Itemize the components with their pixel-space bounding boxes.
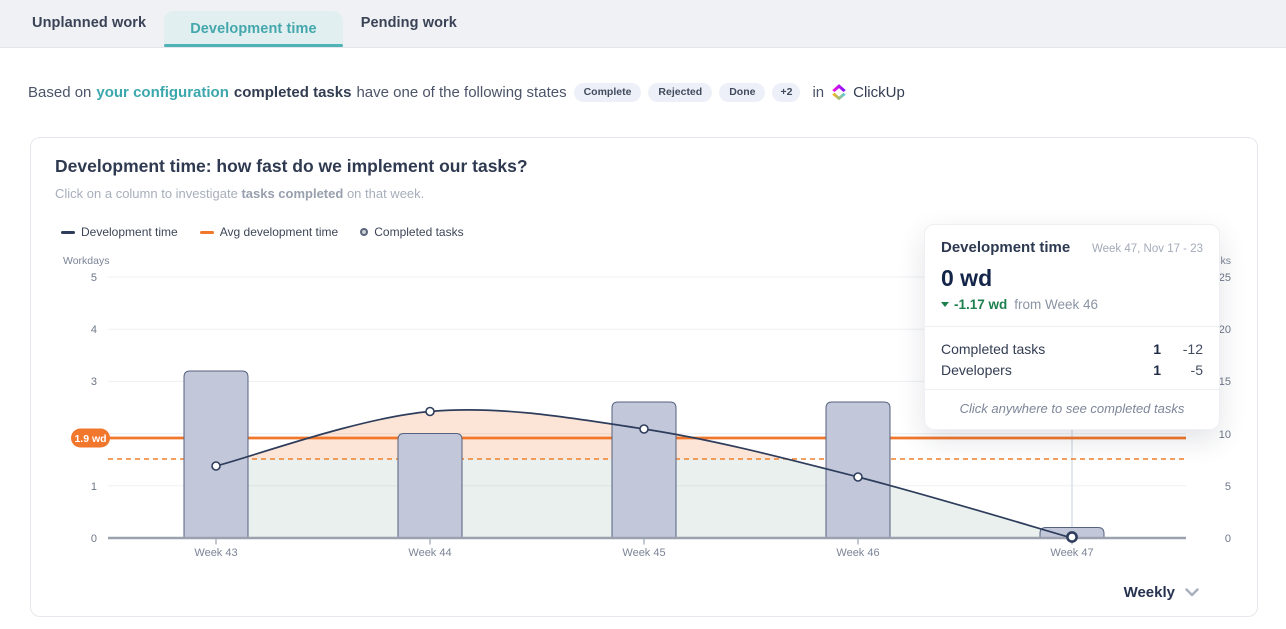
state-badge-rejected: Rejected <box>648 83 712 102</box>
tooltip-row-developers: Developers 1 -5 <box>941 359 1203 380</box>
svg-text:Week 46: Week 46 <box>836 547 879 559</box>
tooltip-row-completed-tasks: Completed tasks 1 -12 <box>941 338 1203 359</box>
legend-label: Completed tasks <box>374 225 463 239</box>
legend-label: Avg development time <box>220 225 339 239</box>
trend-down-icon <box>941 302 949 307</box>
left-axis-label: Workdays <box>63 255 110 267</box>
chart-subtitle: Click on a column to investigate tasks c… <box>55 186 424 201</box>
chart-tooltip: Development time Week 47, Nov 17 - 23 0 … <box>924 224 1220 430</box>
tooltip-value: 0 wd <box>941 265 1203 292</box>
svg-text:1: 1 <box>91 481 97 493</box>
config-description: Based on your configuration completed ta… <box>28 83 1266 102</box>
clickup-logo-icon <box>830 83 848 101</box>
svg-text:0: 0 <box>91 533 97 545</box>
svg-text:Week 44: Week 44 <box>408 547 451 559</box>
description-connector: in <box>812 84 824 101</box>
tooltip-change-suffix: from Week 46 <box>1014 297 1098 312</box>
marker-week-47-active[interactable] <box>1067 532 1076 541</box>
svg-text:3: 3 <box>91 376 97 388</box>
row-delta: -5 <box>1161 362 1203 378</box>
svg-text:2: 2 <box>91 429 97 441</box>
orange-line-icon <box>200 231 214 234</box>
svg-text:0: 0 <box>1225 533 1231 545</box>
description-bold: completed tasks <box>234 84 352 101</box>
svg-text:5: 5 <box>91 272 97 284</box>
bar-week-45[interactable] <box>612 402 676 538</box>
row-value: 1 <box>1125 341 1161 357</box>
svg-text:Week 45: Week 45 <box>622 547 665 559</box>
svg-text:5: 5 <box>1225 481 1231 493</box>
row-label: Developers <box>941 362 1125 378</box>
svg-text:20: 20 <box>1219 324 1231 336</box>
marker-week-43[interactable] <box>212 462 220 470</box>
clickup-app-name: ClickUp <box>853 84 905 101</box>
tab-unplanned-work[interactable]: Unplanned work <box>14 0 164 47</box>
granularity-value: Weekly <box>1124 584 1175 601</box>
state-badge-complete: Complete <box>574 83 642 102</box>
tooltip-footer-hint: Click anywhere to see completed tasks <box>941 390 1203 429</box>
avg-value-badge-label: 1.9 wd <box>74 433 106 445</box>
tooltip-period: Week 47, Nov 17 - 23 <box>1092 243 1203 255</box>
left-axis-ticks: 5 4 3 2 1 0 <box>91 272 97 545</box>
description-rest: have one of the following states <box>356 84 566 101</box>
state-badge-more-count: +2 <box>772 83 800 102</box>
tooltip-title: Development time <box>941 239 1070 256</box>
configuration-link[interactable]: your configuration <box>96 84 229 101</box>
svg-text:25: 25 <box>1219 272 1231 284</box>
marker-week-46[interactable] <box>854 473 862 481</box>
bar-week-44[interactable] <box>398 434 462 539</box>
bar-week-46[interactable] <box>826 402 890 538</box>
tab-bar: Unplanned work Development time Pending … <box>0 0 1286 48</box>
right-axis-ticks: 25 20 15 10 5 0 <box>1219 272 1231 545</box>
svg-text:15: 15 <box>1219 376 1231 388</box>
legend-label: Development time <box>81 225 178 239</box>
row-delta: -12 <box>1161 341 1203 357</box>
legend-avg-development-time[interactable]: Avg development time <box>200 225 339 239</box>
x-axis-ticks <box>216 539 1072 545</box>
tab-development-time[interactable]: Development time <box>164 11 343 47</box>
navy-line-icon <box>61 231 75 234</box>
avg-value-badge <box>71 429 110 448</box>
legend-completed-tasks[interactable]: Completed tasks <box>360 225 463 239</box>
marker-week-45[interactable] <box>640 425 648 433</box>
row-label: Completed tasks <box>941 341 1125 357</box>
chevron-down-icon <box>1185 588 1199 597</box>
bar-week-47[interactable] <box>1040 528 1104 539</box>
chart-subtitle-prefix: Click on a column to investigate <box>55 186 238 201</box>
state-badge-done: Done <box>719 83 765 102</box>
tab-pending-work[interactable]: Pending work <box>343 0 475 47</box>
bar-week-43[interactable] <box>184 371 248 538</box>
circle-marker-icon <box>360 228 368 236</box>
svg-text:Week 43: Week 43 <box>194 547 237 559</box>
legend-development-time[interactable]: Development time <box>61 225 178 239</box>
marker-week-44[interactable] <box>426 408 434 416</box>
chart-title: Development time: how fast do we impleme… <box>55 156 528 177</box>
tooltip-change: -1.17 wd <box>954 297 1007 312</box>
svg-text:10: 10 <box>1219 429 1231 441</box>
svg-text:Week 47: Week 47 <box>1050 547 1093 559</box>
description-prefix: Based on <box>28 84 91 101</box>
granularity-selector[interactable]: Weekly <box>1124 584 1199 601</box>
row-value: 1 <box>1125 362 1161 378</box>
chart-subtitle-suffix: on that week. <box>347 186 424 201</box>
chart-subtitle-bold: tasks completed <box>241 186 343 201</box>
svg-text:4: 4 <box>91 324 97 336</box>
chart-legend: Development time Avg development time Co… <box>61 225 464 239</box>
development-time-card: Development time: how fast do we impleme… <box>30 137 1258 617</box>
x-axis-labels: Week 43 Week 44 Week 45 Week 46 Week 47 <box>194 547 1093 559</box>
